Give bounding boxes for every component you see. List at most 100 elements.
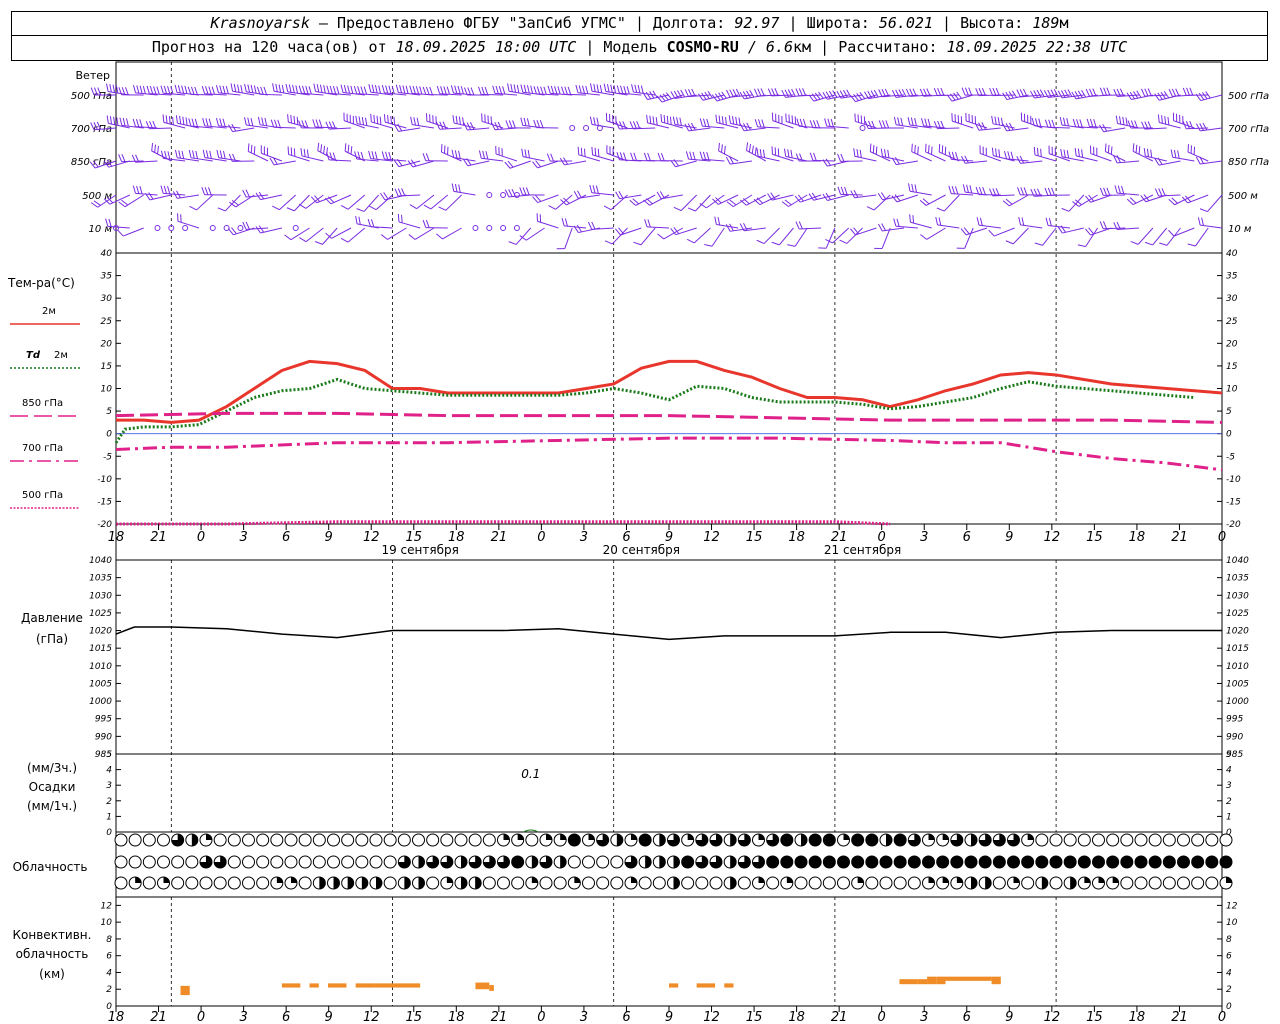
press-ytick-label: 1040 [89, 556, 112, 566]
wind-barb [1132, 194, 1154, 206]
wind-barb [425, 219, 430, 228]
wind-barb [924, 118, 928, 127]
wind-barb [385, 85, 389, 94]
cloud-cover-fill [418, 877, 425, 889]
time-label-bottom: 15 [405, 1010, 422, 1024]
wind-barb [631, 84, 634, 93]
convective-bar [355, 983, 375, 988]
wind-barb [243, 117, 247, 126]
cloud-cover-icon [1049, 855, 1063, 869]
time-label-bottom: 0 [1218, 1010, 1226, 1024]
wind-barb [1122, 116, 1125, 125]
wind-barb [655, 117, 658, 126]
wind-barb [250, 118, 254, 127]
wind-barb [457, 85, 461, 94]
wind-barb [125, 118, 129, 127]
cloud-cover-icon [1092, 833, 1105, 847]
wind-barb [419, 86, 423, 95]
wind-barb [263, 86, 267, 95]
cloud-cover-icon [638, 876, 652, 890]
wind-barb [175, 115, 178, 124]
wind-barb [526, 85, 530, 94]
legend-label: 700 гПа [22, 443, 63, 454]
cloud-cover-icon [142, 833, 156, 847]
wind-barb [119, 117, 123, 126]
wind-barb [809, 152, 814, 161]
wind-barb [401, 214, 403, 223]
time-label-bottom: 21 [831, 1010, 848, 1024]
wind-barb [640, 227, 656, 246]
time-label-bottom: 9 [665, 1010, 673, 1024]
cloud-cover-icon [1077, 855, 1091, 869]
wind-barb [340, 204, 349, 210]
wind-barb [374, 151, 378, 160]
wind-barb [275, 83, 278, 92]
wind-barb [440, 86, 444, 95]
time-label-bottom: 21 [1171, 1010, 1188, 1024]
wind-barb [368, 205, 377, 211]
cloud-cover-icon [1134, 876, 1148, 890]
precip-ytick-label: 4 [106, 766, 112, 776]
wind-barb [505, 120, 510, 129]
wind-barb [194, 118, 198, 127]
wind-barb [645, 91, 652, 100]
wind-barb [718, 150, 739, 162]
wind-barb [754, 119, 759, 128]
wind-barb [300, 147, 303, 157]
wind-barb [576, 224, 583, 233]
cloud-cover-icon [539, 876, 553, 890]
wind-barb [485, 151, 489, 160]
wind-barb [191, 118, 195, 127]
wind-barb [524, 149, 527, 158]
wind-barb [629, 121, 634, 130]
time-label-mid: 21 [150, 530, 167, 545]
wind-barb [948, 185, 952, 194]
cloud-cover-icon [582, 855, 595, 869]
cloud-cover-icon [893, 833, 907, 847]
wind-barb [606, 84, 610, 93]
wind-barb [981, 87, 986, 96]
temp-ytick-label: 35 [101, 272, 113, 282]
cloud-cover-fill [404, 877, 411, 889]
wind-barb [409, 85, 413, 94]
wind-barb [380, 192, 386, 201]
wind-barb [1102, 221, 1107, 229]
cloud-cover-fill [135, 877, 142, 883]
wind-barb [522, 187, 527, 196]
wind-barb [554, 86, 558, 95]
cloud-cover-icon [1049, 833, 1063, 847]
time-label-mid: 0 [537, 530, 545, 545]
temp-ytick-label: 15 [101, 362, 113, 372]
wind-barb [894, 156, 900, 165]
convective-bar [991, 976, 1001, 985]
wind-barb [995, 87, 1000, 96]
wind-barb [167, 85, 171, 94]
wind-barb [746, 149, 767, 162]
cloud-cover-icon [1035, 855, 1049, 869]
wind-barb [644, 219, 648, 228]
cloud-cover-icon [681, 876, 695, 890]
cloud-cover-icon [794, 876, 808, 890]
wind-barb [1000, 117, 1004, 126]
time-label-mid: 3 [920, 530, 928, 545]
wind-barb [581, 85, 586, 94]
cloud-cover-icon [851, 855, 865, 869]
time-label-bottom: 9 [325, 1010, 333, 1024]
wind-barb [1048, 119, 1052, 128]
wind-barb [881, 89, 886, 97]
wind-barb [1048, 218, 1052, 227]
wind-barb [1201, 217, 1204, 226]
wind-barb [1040, 148, 1042, 157]
wind-barb [1019, 155, 1025, 164]
wind-barb [1168, 88, 1173, 97]
wind-barb [533, 86, 537, 95]
cloud-cover-fill [461, 877, 467, 889]
wind-barb [1186, 87, 1190, 96]
cloud-cover-icon [1219, 855, 1233, 869]
wind-barb [425, 86, 430, 95]
wind-barb [136, 185, 140, 194]
cloud-cover-icon [907, 855, 921, 869]
wind-barb [409, 204, 417, 210]
wind-barb [523, 117, 527, 126]
wind-barb [652, 116, 655, 125]
